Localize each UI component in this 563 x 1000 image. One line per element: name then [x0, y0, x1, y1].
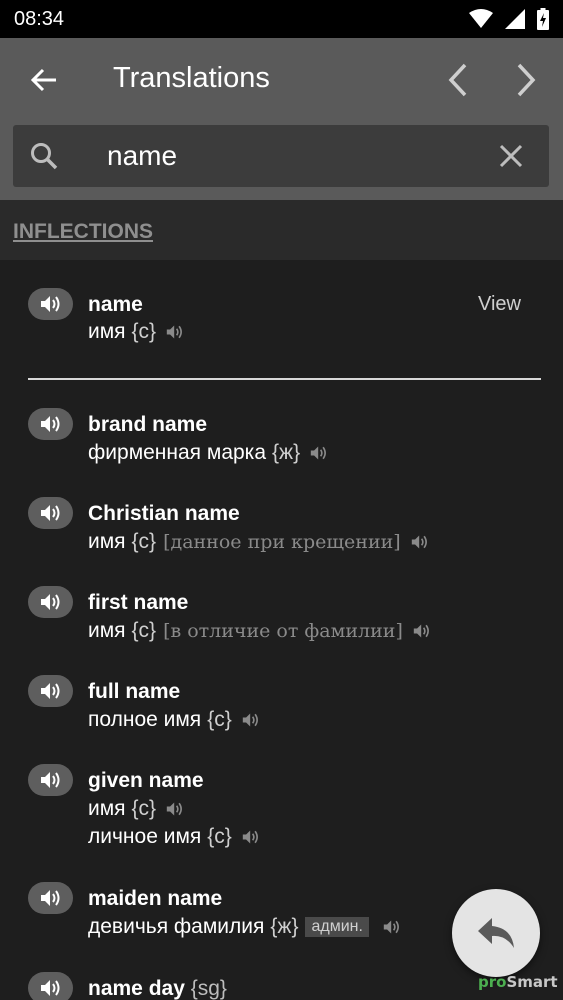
reply-button[interactable] — [452, 889, 540, 977]
translation-text: имя — [88, 320, 126, 343]
translation-text: полное имя — [88, 708, 202, 731]
translation-line: личное имя {c} — [88, 825, 260, 849]
speaker-icon[interactable] — [166, 323, 184, 341]
back-button[interactable] — [26, 62, 62, 98]
term: full name — [88, 680, 181, 703]
term: Christian name — [88, 502, 240, 525]
chevron-right-icon — [517, 63, 536, 97]
gender-tag: {ж} — [272, 441, 301, 464]
next-button[interactable] — [508, 60, 544, 100]
battery-charging-icon — [537, 8, 549, 30]
search-input[interactable] — [107, 135, 467, 177]
speak-button[interactable] — [28, 882, 73, 914]
term: first name — [88, 591, 189, 614]
search-icon — [31, 143, 58, 170]
section-header: INFLECTIONS — [0, 200, 563, 260]
term-tag: {sg} — [190, 977, 227, 1000]
status-icons — [469, 8, 549, 30]
list-item: full name полное имя {c} — [0, 675, 563, 755]
watermark-part: pro — [478, 973, 507, 991]
speaker-icon[interactable] — [411, 533, 429, 551]
gender-tag: {c} — [207, 708, 232, 731]
translation-text: имя — [88, 797, 126, 820]
gender-tag: {c} — [131, 797, 157, 820]
speak-button[interactable] — [28, 764, 73, 796]
usage-note: [в отличие от фамилии] — [163, 620, 403, 642]
page-title: Translations — [113, 62, 270, 94]
previous-button[interactable] — [440, 60, 476, 100]
translation-line: имя {c} [в отличие от фамилии] — [88, 619, 431, 643]
gender-tag: {c} — [207, 825, 232, 848]
speaker-icon — [40, 980, 59, 996]
gender-tag: {ж} — [270, 915, 299, 938]
translation-text: личное имя — [88, 825, 202, 848]
domain-label: админ. — [305, 917, 369, 937]
signal-icon — [505, 9, 525, 29]
translation-line: имя {c} — [88, 797, 184, 821]
view-link[interactable]: View — [478, 293, 521, 316]
results-list: name View имя {c} brand name фирменная м… — [0, 260, 563, 1000]
list-item: Christian name имя {c} [данное при креще… — [0, 497, 563, 577]
term: brand name — [88, 413, 208, 436]
term-text: name day — [88, 977, 185, 1000]
list-item: brand name фирменная марка {ж} — [0, 408, 563, 488]
translation-text: девичья фамилия — [88, 915, 265, 938]
speaker-icon[interactable] — [383, 918, 401, 936]
speaker-icon — [40, 296, 59, 312]
speaker-icon[interactable] — [166, 800, 184, 818]
speak-button[interactable] — [28, 288, 73, 320]
status-bar: 08:34 — [0, 0, 563, 38]
term: maiden name — [88, 887, 223, 910]
section-title[interactable]: INFLECTIONS — [13, 220, 153, 244]
term: given name — [88, 769, 204, 792]
speak-button[interactable] — [28, 408, 73, 440]
speak-button[interactable] — [28, 586, 73, 618]
gender-tag: {c} — [131, 530, 157, 553]
app-bar: Translations — [0, 38, 563, 200]
speaker-icon — [40, 683, 59, 699]
chevron-left-icon — [448, 63, 467, 97]
speak-button[interactable] — [28, 972, 73, 1000]
translation-line: девичья фамилия {ж} админ. — [88, 915, 401, 939]
list-item-main: name View имя {c} — [0, 260, 563, 380]
wifi-icon — [469, 9, 493, 28]
speaker-icon — [40, 890, 59, 906]
translation-text: имя — [88, 619, 126, 642]
speaker-icon — [40, 594, 59, 610]
list-item: first name имя {c} [в отличие от фамилии… — [0, 586, 563, 666]
reply-icon — [478, 918, 514, 948]
list-item: given name имя {c} личное имя {c} — [0, 764, 563, 874]
divider — [28, 378, 541, 380]
speak-button[interactable] — [28, 675, 73, 707]
translation-line: фирменная марка {ж} — [88, 441, 328, 465]
search-box — [13, 125, 549, 187]
speaker-icon — [40, 505, 59, 521]
translation-line: полное имя {c} — [88, 708, 260, 732]
speaker-icon — [40, 772, 59, 788]
speaker-icon[interactable] — [413, 622, 431, 640]
translation-text: фирменная марка — [88, 441, 267, 464]
translation-line: имя {c} — [88, 320, 184, 344]
speaker-icon — [40, 416, 59, 432]
arrow-left-icon — [30, 68, 56, 92]
translation-text: имя — [88, 530, 126, 553]
speaker-icon[interactable] — [242, 711, 260, 729]
watermark-part: Smart — [506, 973, 558, 991]
usage-note: [данное при крещении] — [163, 531, 401, 553]
gender-tag: {c} — [131, 619, 157, 642]
speaker-icon[interactable] — [310, 444, 328, 462]
speaker-icon[interactable] — [242, 828, 260, 846]
speak-button[interactable] — [28, 497, 73, 529]
gender-tag: {c} — [131, 320, 157, 343]
close-icon[interactable] — [497, 142, 525, 170]
translation-line: имя {c} [данное при крещении] — [88, 530, 429, 554]
term: name — [88, 293, 143, 316]
watermark: proSmart — [478, 973, 558, 991]
status-time: 08:34 — [14, 7, 65, 30]
term: name day {sg} — [88, 977, 227, 1000]
